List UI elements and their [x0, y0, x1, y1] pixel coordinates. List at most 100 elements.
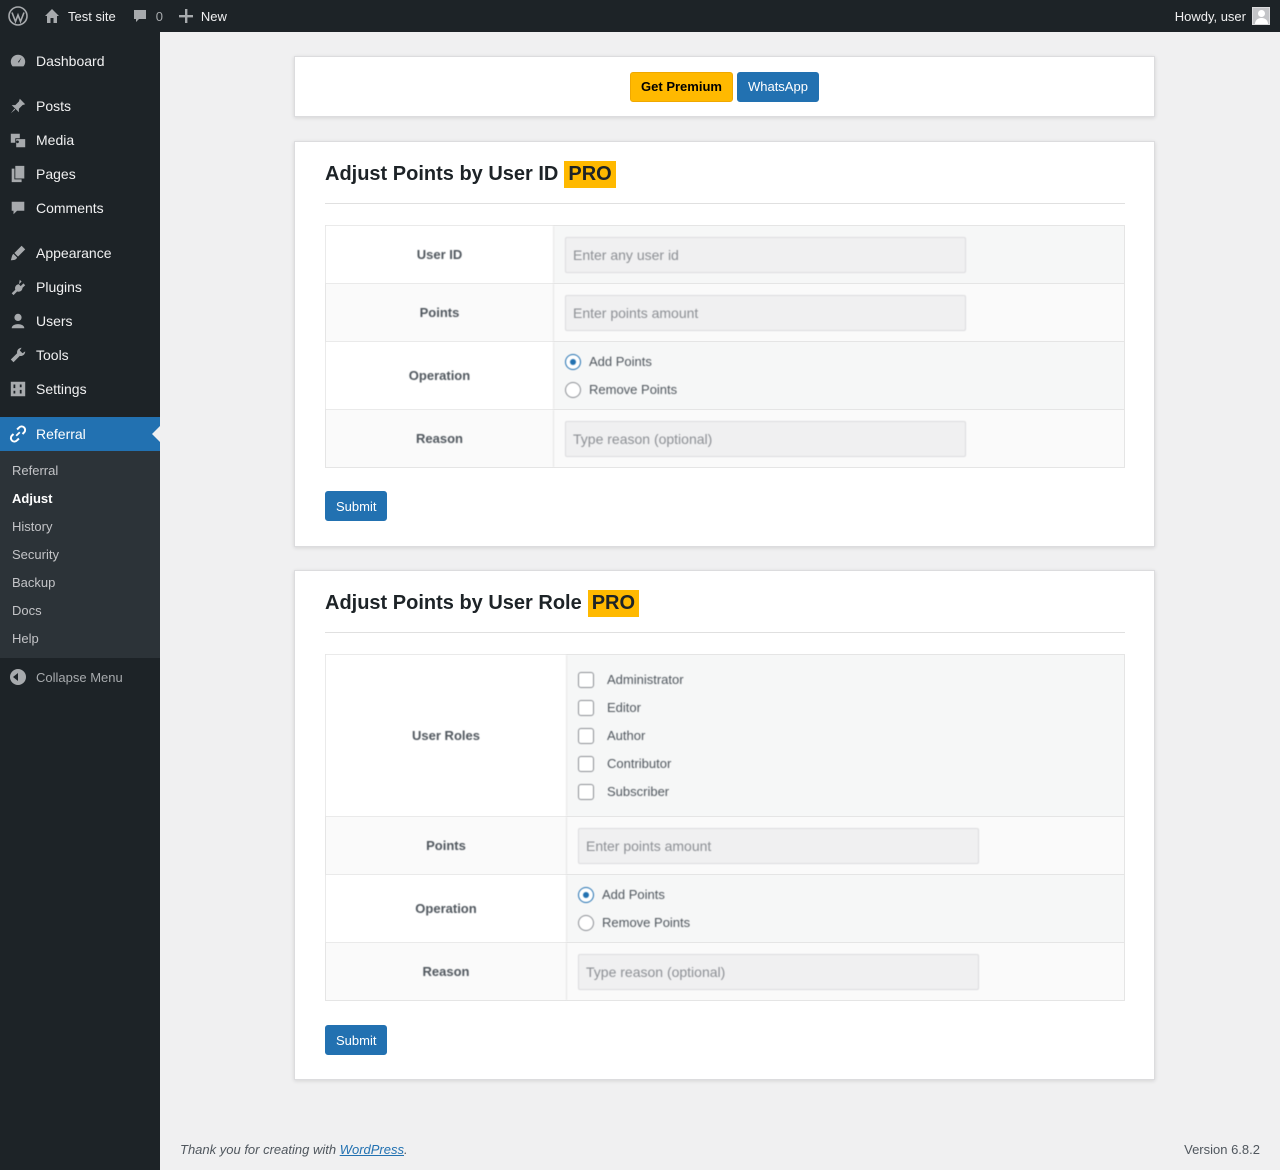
- account-menu[interactable]: Howdy, user: [1167, 0, 1280, 32]
- pro-badge: PRO: [587, 590, 640, 617]
- radio-label: Remove Points: [602, 915, 691, 930]
- sidebar-item-posts[interactable]: Posts: [0, 89, 160, 123]
- sidebar-item-media[interactable]: Media: [0, 123, 160, 157]
- collapse-menu-button[interactable]: Collapse Menu: [0, 662, 160, 692]
- submenu-backup[interactable]: Backup: [12, 575, 55, 590]
- sidebar-item-tools[interactable]: Tools: [0, 338, 160, 372]
- sidebar-item-label: Settings: [36, 381, 87, 397]
- sidebar-item-appearance[interactable]: Appearance: [0, 236, 160, 270]
- checkbox-icon: [578, 727, 594, 744]
- card-title-text: Adjust Points by User ID: [325, 163, 559, 185]
- radio-label: Remove Points: [589, 382, 678, 397]
- radio-unselected-icon: [565, 381, 581, 398]
- pro-badge: PRO: [564, 161, 616, 188]
- checkbox-icon: [578, 671, 594, 688]
- title-divider: [325, 632, 1125, 633]
- remove-points-radio[interactable]: Remove Points: [578, 914, 691, 931]
- radio-unselected-icon: [578, 914, 594, 931]
- referral-submenu: Referral Adjust History Security Backup …: [0, 451, 160, 658]
- remove-points-radio[interactable]: Remove Points: [565, 381, 678, 398]
- sidebar-item-label: Media: [36, 132, 75, 148]
- role-checkbox-subscriber[interactable]: Subscriber: [578, 783, 684, 800]
- role-checkbox-author[interactable]: Author: [578, 727, 684, 744]
- sidebar-item-comments[interactable]: Comments: [0, 191, 160, 225]
- comments-link[interactable]: 0: [124, 0, 171, 32]
- reason-input[interactable]: [565, 420, 966, 457]
- plus-icon: [178, 9, 193, 23]
- collapse-menu-label: Collapse Menu: [36, 669, 123, 685]
- new-content-link[interactable]: New: [171, 0, 235, 32]
- points-input[interactable]: [578, 827, 979, 864]
- dashboard-icon: [0, 52, 36, 70]
- site-name-label: Test site: [68, 8, 116, 24]
- add-points-radio[interactable]: Add Points: [565, 353, 677, 370]
- reason-label: Reason: [326, 943, 567, 1000]
- radio-label: Add Points: [589, 354, 652, 369]
- sidebar-item-label: Comments: [36, 200, 104, 216]
- user-id-form-table: User ID Points Operation Add Points Remo…: [325, 225, 1125, 468]
- checkbox-label: Author: [607, 728, 646, 743]
- points-input[interactable]: [565, 294, 966, 331]
- checkbox-icon: [578, 783, 594, 800]
- sidebar-item-label: Appearance: [36, 245, 112, 261]
- footer-thanks: Thank you for creating with WordPress.: [180, 1142, 408, 1157]
- site-name-link[interactable]: Test site: [36, 0, 124, 32]
- role-checkbox-administrator[interactable]: Administrator: [578, 671, 684, 688]
- user-id-label: User ID: [326, 226, 554, 283]
- user-icon: [0, 312, 36, 330]
- get-premium-button[interactable]: Get Premium: [630, 71, 733, 102]
- checkbox-label: Contributor: [607, 756, 672, 771]
- admin-bar: Test site 0 New Howdy, user: [0, 0, 1280, 32]
- form-row-reason: Reason: [326, 943, 1124, 1000]
- footer-version: Version 6.8.2: [1184, 1142, 1260, 1157]
- user-id-input[interactable]: [565, 236, 966, 273]
- sidebar-item-referral[interactable]: Referral: [0, 417, 160, 451]
- form-row-user-roles: User Roles Administrator Editor Author C…: [326, 655, 1124, 817]
- card-title-text: Adjust Points by User Role: [325, 592, 582, 614]
- title-divider: [325, 203, 1125, 204]
- avatar: [1252, 7, 1270, 25]
- role-checkbox-editor[interactable]: Editor: [578, 699, 684, 716]
- sidebar-item-dashboard[interactable]: Dashboard: [0, 44, 160, 78]
- checkbox-icon: [578, 699, 594, 716]
- user-role-form-table: User Roles Administrator Editor Author C…: [325, 654, 1125, 1001]
- sidebar-item-settings[interactable]: Settings: [0, 372, 160, 406]
- role-checkbox-contributor[interactable]: Contributor: [578, 755, 684, 772]
- points-label: Points: [326, 817, 567, 874]
- home-icon: [44, 8, 60, 24]
- submit-button[interactable]: Submit: [325, 491, 388, 521]
- plug-icon: [0, 278, 36, 296]
- sidebar-item-plugins[interactable]: Plugins: [0, 270, 160, 304]
- submenu-help[interactable]: Help: [12, 631, 39, 646]
- sidebar-item-users[interactable]: Users: [0, 304, 160, 338]
- card-title: Adjust Points by User Role PRO: [325, 590, 640, 617]
- submenu-adjust[interactable]: Adjust: [12, 491, 52, 506]
- submit-button[interactable]: Submit: [325, 1025, 388, 1055]
- premium-banner: Get Premium WhatsApp: [294, 56, 1155, 117]
- add-points-radio[interactable]: Add Points: [578, 886, 690, 903]
- comment-bubble-icon: [132, 8, 148, 24]
- reason-label: Reason: [326, 410, 554, 467]
- checkbox-icon: [578, 755, 594, 772]
- howdy-label: Howdy, user: [1174, 8, 1246, 24]
- submenu-security[interactable]: Security: [12, 547, 59, 562]
- submenu-referral[interactable]: Referral: [12, 463, 58, 478]
- sidebar-item-pages[interactable]: Pages: [0, 157, 160, 191]
- checkbox-label: Administrator: [607, 672, 684, 687]
- submenu-history[interactable]: History: [12, 519, 52, 534]
- adjust-by-user-role-card: Adjust Points by User Role PRO User Role…: [294, 570, 1155, 1080]
- sidebar-item-label: Pages: [36, 166, 76, 182]
- settings-icon: [0, 380, 36, 398]
- sidebar-item-label: Plugins: [36, 279, 82, 295]
- whatsapp-button[interactable]: WhatsApp: [736, 71, 819, 102]
- reason-input[interactable]: [578, 953, 979, 990]
- form-row-reason: Reason: [326, 410, 1124, 467]
- form-row-points: Points: [326, 284, 1124, 342]
- sidebar-item-label: Dashboard: [36, 53, 105, 69]
- sidebar-item-label: Referral: [36, 426, 86, 442]
- wordpress-logo-icon[interactable]: [0, 0, 36, 32]
- submenu-docs[interactable]: Docs: [12, 603, 42, 618]
- form-row-operation: Operation Add Points Remove Points: [326, 875, 1124, 943]
- wordpress-link[interactable]: WordPress: [340, 1142, 404, 1157]
- new-label: New: [200, 8, 227, 24]
